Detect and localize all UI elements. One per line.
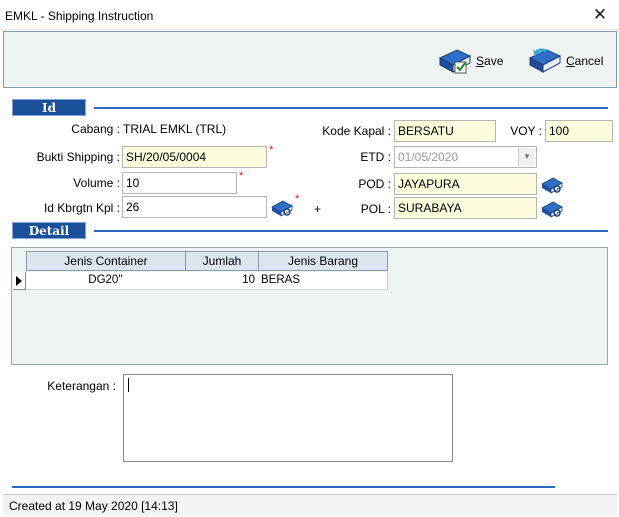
voy-label: VOY :: [510, 124, 542, 138]
required-marker: *: [295, 193, 300, 205]
bukti-shipping-label: Bukti Shipping :: [36, 150, 120, 164]
etd-date-picker[interactable]: 01/05/2020 ▼: [394, 146, 537, 168]
column-header-jumlah[interactable]: Jumlah: [185, 251, 259, 271]
lookup-book-icon[interactable]: [540, 199, 564, 219]
pol-label: POL :: [360, 202, 391, 216]
status-bar: Created at 19 May 2020 [14:13]: [3, 494, 617, 516]
table-cell-jenis-container[interactable]: DG20'': [26, 272, 186, 290]
close-icon[interactable]: ✕: [587, 4, 613, 26]
kode-kapal-field[interactable]: BERSATU: [394, 120, 496, 142]
id-kbrgtn-kpl-label: Id Kbrgtn Kpl :: [43, 201, 120, 215]
column-header-jenis-container[interactable]: Jenis Container: [26, 251, 186, 271]
grid-corner: [13, 251, 26, 271]
lookup-book-icon[interactable]: [270, 198, 294, 218]
column-header-jenis-barang[interactable]: Jenis Barang: [258, 251, 388, 271]
section-divider: [94, 230, 608, 232]
save-button-label: Save: [476, 54, 504, 68]
volume-field[interactable]: 10: [122, 172, 237, 194]
status-text: Created at 19 May 2020 [14:13]: [9, 499, 178, 513]
detail-grid[interactable]: Jenis Container Jumlah Jenis Barang DG20…: [11, 247, 608, 365]
volume-label: Volume :: [73, 176, 120, 190]
bottom-divider: [12, 486, 555, 488]
section-divider: [94, 107, 608, 109]
section-header-id: Id: [12, 99, 86, 116]
title-bar: EMKL - Shipping Instruction ✕: [0, 0, 619, 30]
kode-kapal-label: Kode Kapal :: [322, 124, 391, 138]
section-header-detail: Detail: [12, 222, 86, 239]
cabang-value: TRIAL EMKL (TRL): [123, 122, 227, 136]
etd-label: ETD :: [360, 150, 391, 164]
book-check-icon: [438, 49, 472, 74]
lookup-book-icon[interactable]: [540, 175, 564, 195]
pol-field[interactable]: SURABAYA: [394, 197, 537, 219]
required-marker: *: [269, 144, 274, 156]
row-indicator-icon: [13, 272, 26, 290]
cancel-button-label: Cancel: [566, 54, 604, 68]
voy-field[interactable]: 100: [545, 120, 613, 142]
window-title: EMKL - Shipping Instruction: [5, 9, 154, 23]
cabang-label: Cabang :: [71, 122, 120, 136]
toolbar: Save Cancel: [3, 31, 617, 88]
cancel-button[interactable]: Cancel: [527, 45, 603, 77]
etd-value: 01/05/2020: [398, 150, 459, 164]
pod-field[interactable]: JAYAPURA: [394, 173, 537, 195]
required-marker: *: [239, 170, 244, 182]
table-cell-jenis-barang[interactable]: BERAS: [258, 272, 388, 290]
keterangan-textarea[interactable]: [123, 374, 453, 462]
table-cell-jumlah[interactable]: 10: [185, 272, 259, 290]
save-button[interactable]: Save: [437, 45, 503, 77]
bukti-shipping-field[interactable]: SH/20/05/0004: [122, 146, 267, 168]
id-kbrgtn-kpl-field[interactable]: 26: [122, 196, 267, 218]
pod-label: POD :: [358, 177, 391, 191]
chevron-down-icon[interactable]: ▼: [518, 148, 535, 166]
text-caret: [128, 378, 129, 392]
keterangan-label: Keterangan :: [47, 379, 116, 393]
book-undo-icon: [528, 48, 562, 73]
